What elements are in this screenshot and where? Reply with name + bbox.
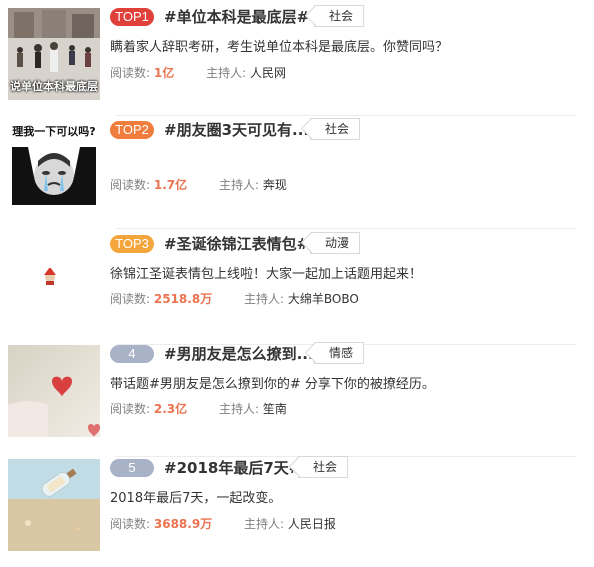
reads-count: 2.3亿: [153, 402, 188, 416]
category-tag[interactable]: 社会: [298, 456, 349, 478]
host-name-link[interactable]: 人民日报: [288, 517, 336, 531]
reads-count: 2518.8万: [153, 292, 213, 306]
thumbnail[interactable]: [8, 345, 100, 437]
thumbnail-caption: 理我一下可以吗?: [12, 125, 96, 138]
topic-item[interactable]: 5 #2018年最后7天# 社会 2018年最后7天，一起改变。 阅读数: 36…: [8, 456, 576, 567]
host-name-link[interactable]: 奔现: [263, 178, 287, 192]
host-name-link[interactable]: 大绵羊BOBO: [288, 292, 359, 306]
rank-badge: TOP2: [110, 121, 154, 139]
bottle-photo-icon: [8, 459, 100, 551]
category-tag[interactable]: 动漫: [310, 232, 361, 254]
heart-photo-icon: [8, 345, 100, 437]
topic-item[interactable]: TOP3 #圣诞徐锦江表情包# 动漫 徐锦江圣诞表情包上线啦！大家一起加上话题用…: [8, 232, 576, 345]
reads-label: 阅读数:: [110, 517, 151, 531]
reads-count: 3688.9万: [153, 517, 213, 531]
rank-badge: 5: [110, 459, 154, 477]
topic-meta: 阅读数: 3688.9万 主持人: 人民日报: [110, 515, 336, 532]
rank-badge: TOP1: [110, 8, 154, 26]
reads-label: 阅读数:: [110, 402, 151, 416]
host-label: 主持人:: [218, 402, 260, 416]
topic-list: 说单位本科最底层 TOP1 #单位本科是最底层# 社会 瞒着家人辞职考研，考生说…: [0, 0, 594, 551]
topic-meta: 阅读数: 2.3亿 主持人: 笙南: [110, 400, 287, 417]
category-tag[interactable]: 社会: [310, 118, 361, 140]
host-label: 主持人:: [218, 178, 260, 192]
host-name-link[interactable]: 笙南: [263, 402, 287, 416]
topic-meta: 阅读数: 1亿 主持人: 人民网: [110, 64, 286, 81]
reads-label: 阅读数:: [110, 66, 151, 80]
reads-label: 阅读数:: [110, 178, 151, 192]
rank-badge: 4: [110, 345, 154, 363]
thumbnail[interactable]: [8, 235, 100, 327]
thumbnail[interactable]: 理我一下可以吗?: [8, 121, 100, 213]
small-sticker-icon: [8, 235, 100, 327]
topic-description: 瞒着家人辞职考研，考生说单位本科是最底层。你赞同吗？: [110, 40, 449, 55]
divider: [116, 228, 576, 229]
reads-count: 1亿: [153, 66, 175, 80]
topic-description: 带话题#男朋友是怎么撩到你的# 分享下你的被撩经历。: [110, 377, 435, 392]
divider: [116, 115, 576, 116]
topic-meta: 阅读数: 2518.8万 主持人: 大绵羊BOBO: [110, 290, 359, 307]
topic-item[interactable]: 4 #男朋友是怎么撩到... 情感 带话题#男朋友是怎么撩到你的# 分享下你的被…: [8, 342, 576, 457]
thumbnail-caption: 说单位本科最底层: [10, 80, 98, 93]
reads-label: 阅读数:: [110, 292, 151, 306]
topic-title-link[interactable]: #单位本科是最底层#: [164, 6, 309, 27]
thumbnail[interactable]: [8, 459, 100, 551]
reads-count: 1.7亿: [153, 178, 188, 192]
rank-badge: TOP3: [110, 235, 154, 253]
topic-description: 2018年最后7天，一起改变。: [110, 491, 282, 506]
topic-title-link[interactable]: #朋友圈3天可见有...: [164, 119, 309, 140]
topic-item[interactable]: 说单位本科最底层 TOP1 #单位本科是最底层# 社会 瞒着家人辞职考研，考生说…: [8, 5, 576, 116]
category-tag[interactable]: 情感: [314, 342, 365, 364]
topic-meta: 阅读数: 1.7亿 主持人: 奔现: [110, 176, 287, 193]
host-label: 主持人:: [206, 66, 247, 80]
topic-title-link[interactable]: #男朋友是怎么撩到...: [164, 343, 314, 364]
host-name-link[interactable]: 人民网: [250, 66, 286, 80]
host-label: 主持人:: [244, 292, 285, 306]
thumbnail[interactable]: 说单位本科最底层: [8, 8, 100, 100]
host-label: 主持人:: [244, 517, 285, 531]
topic-title-link[interactable]: #圣诞徐锦江表情包#: [164, 233, 309, 254]
topic-description: 徐锦江圣诞表情包上线啦！大家一起加上话题用起来！: [110, 267, 423, 282]
topic-item[interactable]: 理我一下可以吗? TOP2 #朋友圈3天可见有... 社会 阅读数: 1.7亿 …: [8, 118, 576, 229]
topic-title-link[interactable]: #2018年最后7天#: [164, 457, 301, 478]
category-tag[interactable]: 社会: [314, 5, 365, 27]
